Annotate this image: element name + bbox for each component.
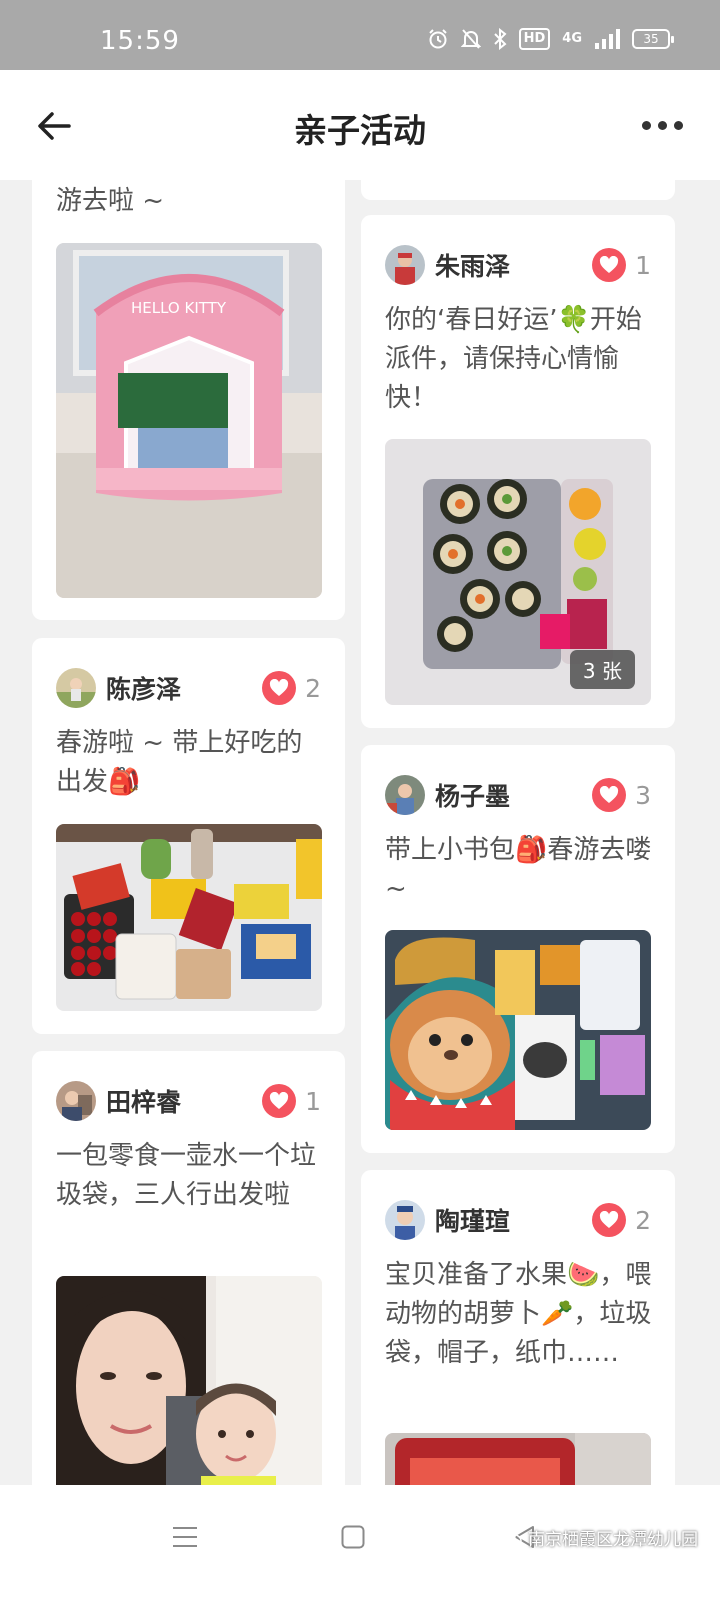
post-photo[interactable]: [385, 1433, 651, 1485]
status-bar: 15:59 HD 4G 35: [0, 0, 720, 70]
battery-icon: 35: [632, 29, 674, 49]
wechat-icon: [496, 1527, 522, 1548]
post-text: 一包零食一壶水一个垃圾袋，三人行出发啦: [56, 1141, 317, 1210]
post-text: 带上小书包🎒春游去喽~: [385, 835, 652, 904]
post-card[interactable]: 陶瑾瑄 2 宝贝准备了水果🍉，喂动物的胡萝卜🥕，垃圾袋，帽子，纸巾……: [361, 1170, 675, 1485]
author-name[interactable]: 陈彦泽: [106, 670, 181, 706]
avatar[interactable]: [56, 1081, 96, 1121]
svg-text:HELLO KITTY: HELLO KITTY: [131, 299, 227, 317]
post-text: 宝贝准备了水果🍉，喂动物的胡萝卜🥕，垃圾袋，帽子，纸巾……: [385, 1260, 652, 1368]
page-title: 亲子活动: [294, 111, 426, 150]
watermark-text: 南京栖霞区龙潭幼儿园: [528, 1530, 698, 1550]
post-header: 朱雨泽 1: [385, 245, 651, 285]
post-card[interactable]: 游去啦 ~ HELLO KITTY: [32, 180, 345, 620]
author-name[interactable]: 田梓睿: [106, 1083, 181, 1119]
post-photo[interactable]: HELLO KITTY: [56, 243, 322, 598]
feed[interactable]: 游去啦 ~ HELLO KITTY 陈彦泽 2 春游啦 ~ 带上好吃的出发🎒 田…: [0, 180, 720, 1485]
menu-lines-icon: [173, 1527, 197, 1547]
heart-icon: [262, 1084, 297, 1118]
heart-icon: [592, 248, 627, 282]
like-count: 1: [635, 250, 651, 280]
network-label: 4G: [562, 31, 582, 46]
menu-button[interactable]: [165, 1517, 205, 1557]
heart-icon: [592, 778, 627, 812]
post-header: 陈彦泽 2: [56, 668, 321, 708]
post-card[interactable]: 陈彦泽 2 春游啦 ~ 带上好吃的出发🎒: [32, 638, 345, 1034]
bluetooth-icon: [493, 28, 507, 50]
post-text: 春游啦 ~ 带上好吃的出发🎒: [56, 728, 303, 797]
backpack-photo: HELLO KITTY: [56, 243, 322, 598]
post-text: 你的‘春日好运’🍀开始派件，请保持心情愉快！: [385, 305, 642, 413]
post-photo[interactable]: [385, 930, 651, 1130]
watermark: 南京栖霞区龙潭幼儿园: [496, 1525, 698, 1550]
header: 亲子活动: [0, 70, 720, 180]
like-count: 2: [305, 673, 321, 703]
avatar[interactable]: [385, 775, 425, 815]
fruit-box-photo: [385, 1433, 651, 1485]
home-button[interactable]: [333, 1517, 373, 1557]
author-name[interactable]: 朱雨泽: [435, 247, 510, 283]
selfie-photo: [56, 1276, 322, 1485]
system-nav-bar: 南京栖霞区龙潭幼儿园: [0, 1485, 720, 1600]
hd-badge: HD: [518, 28, 551, 50]
like-button[interactable]: 2: [592, 1203, 651, 1237]
like-button[interactable]: 1: [262, 1084, 321, 1118]
like-button[interactable]: 1: [592, 248, 651, 282]
like-count: 3: [635, 780, 651, 810]
photo-count-badge: 3 张: [569, 650, 635, 689]
snacks-photo: [56, 824, 322, 1011]
post-header: 杨子墨 3: [385, 775, 651, 815]
post-header: 田梓睿 1: [56, 1081, 321, 1121]
more-dots-icon: [641, 120, 651, 130]
post-card[interactable]: [361, 180, 675, 200]
post-photo[interactable]: [56, 1276, 322, 1485]
heart-icon: [262, 671, 297, 705]
signal-icon: [595, 29, 620, 49]
like-count: 1: [305, 1086, 321, 1116]
avatar[interactable]: [385, 245, 425, 285]
post-card[interactable]: 田梓睿 1 一包零食一壶水一个垃圾袋，三人行出发啦: [32, 1051, 345, 1485]
post-text: 游去啦 ~: [56, 186, 165, 216]
author-name[interactable]: 杨子墨: [435, 777, 510, 813]
like-button[interactable]: 3: [592, 778, 651, 812]
post-card[interactable]: 朱雨泽 1 你的‘春日好运’🍀开始派件，请保持心情愉快！ 3 张: [361, 215, 675, 728]
post-card[interactable]: 杨子墨 3 带上小书包🎒春游去喽~: [361, 745, 675, 1153]
avatar[interactable]: [385, 1200, 425, 1240]
heart-icon: [592, 1203, 627, 1237]
status-time: 15:59: [100, 26, 180, 56]
home-square-icon: [341, 1525, 365, 1549]
more-button[interactable]: [634, 110, 690, 140]
alarm-icon: [428, 29, 447, 49]
post-header: 陶瑾瑄 2: [385, 1200, 651, 1240]
hedgehog-backpack-photo: [385, 930, 651, 1130]
status-icons: HD 4G 35: [427, 28, 674, 50]
author-name[interactable]: 陶瑾瑄: [435, 1202, 510, 1238]
post-photo[interactable]: [56, 824, 322, 1011]
avatar[interactable]: [56, 668, 96, 708]
like-button[interactable]: 2: [262, 671, 321, 705]
mute-bell-icon: [460, 29, 481, 49]
post-photo[interactable]: 3 张: [385, 439, 651, 705]
like-count: 2: [635, 1205, 651, 1235]
